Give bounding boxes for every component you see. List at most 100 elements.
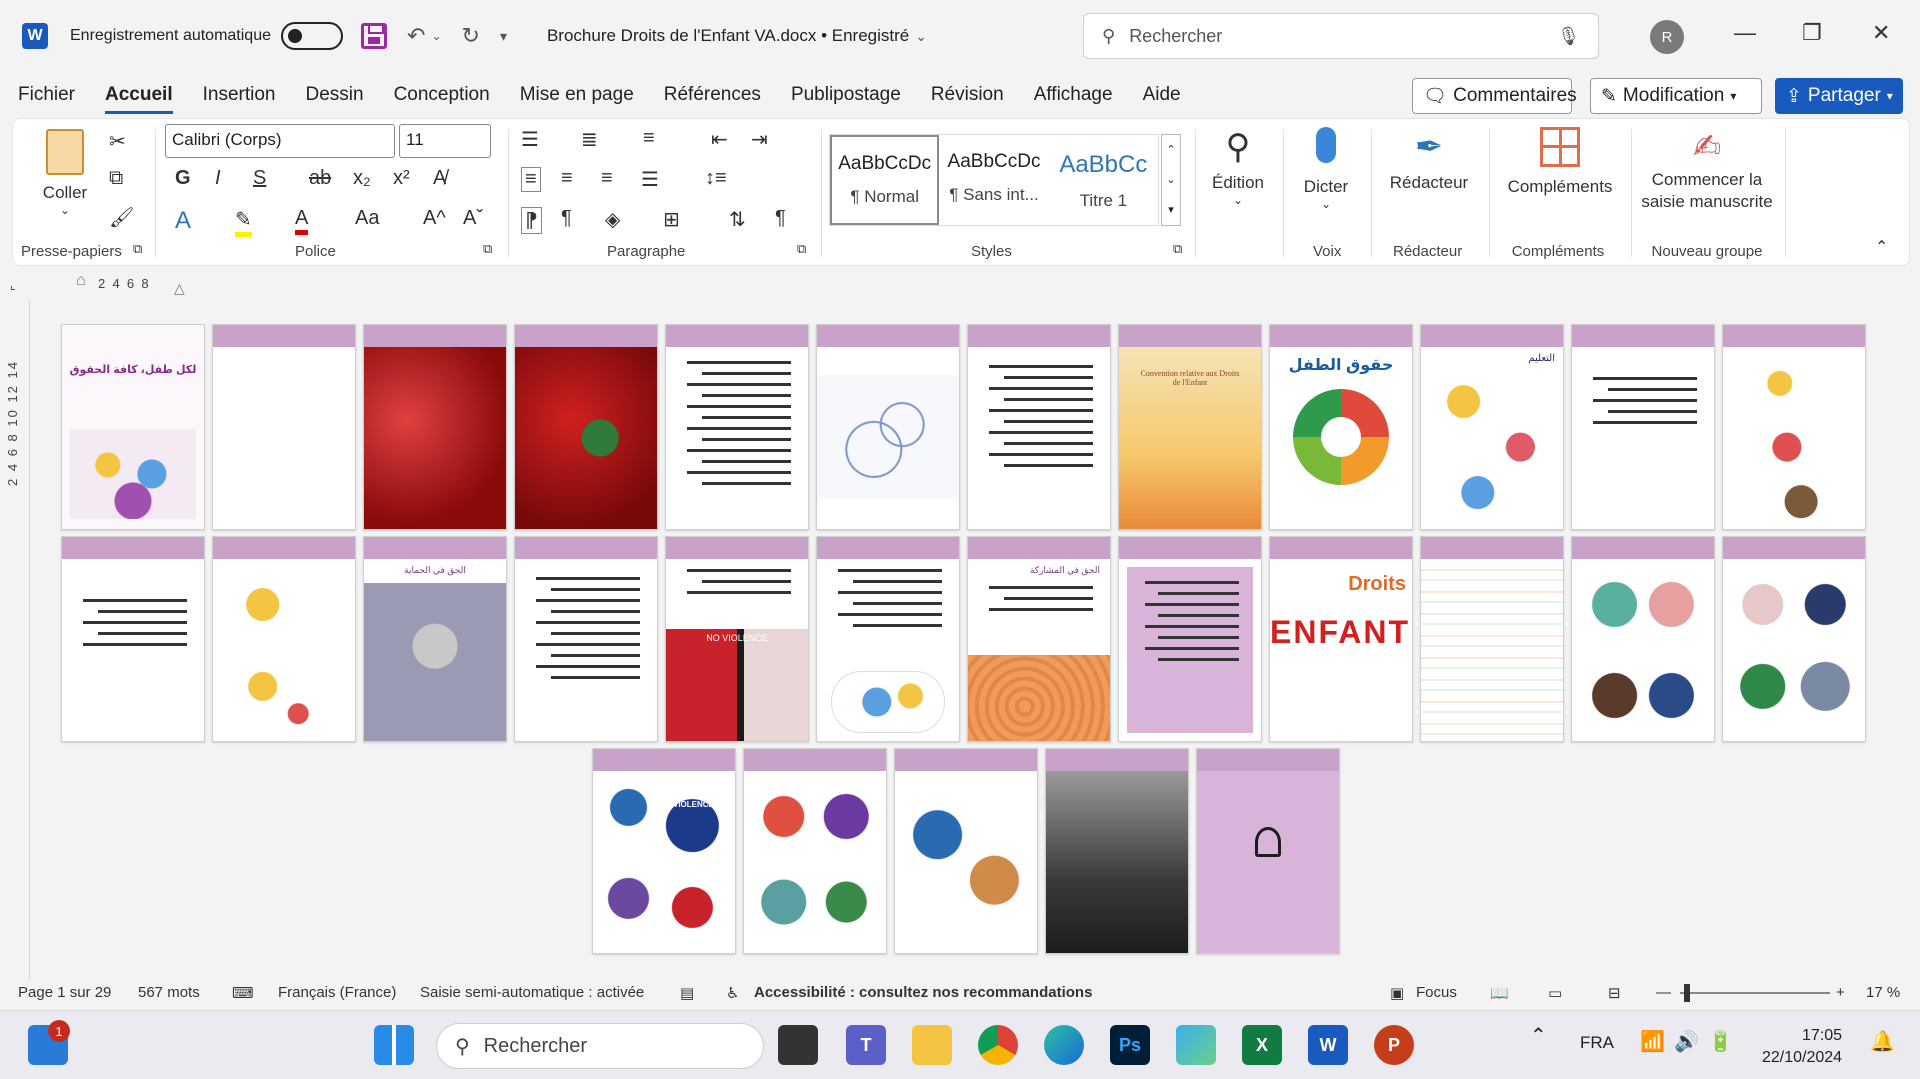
page-thumbnail[interactable]: الحق في المشاركة xyxy=(967,536,1111,742)
editor-button[interactable]: ✒ Rédacteur xyxy=(1379,127,1479,193)
right-indent-marker-icon[interactable]: △ xyxy=(174,280,185,297)
share-button[interactable]: ⇪ Partager ▾ xyxy=(1775,78,1903,114)
bold-icon[interactable]: G xyxy=(175,167,191,190)
page-thumbnail[interactable] xyxy=(894,748,1038,954)
word-count[interactable]: 567 mots xyxy=(138,984,200,1001)
powerpoint-icon[interactable]: P xyxy=(1374,1025,1414,1065)
align-center-icon[interactable]: ≡ xyxy=(561,167,573,190)
dialog-launcher-icon[interactable]: ⧉ xyxy=(797,241,806,257)
minimize-icon[interactable]: — xyxy=(1734,20,1756,46)
page-thumbnail[interactable]: Convention relative aux Droits de l'Enfa… xyxy=(1118,324,1262,530)
accessibility-status[interactable]: Accessibilité : consultez nos recommanda… xyxy=(754,984,1092,1001)
restore-icon[interactable]: ❐ xyxy=(1802,20,1822,46)
page-thumbnail[interactable] xyxy=(1722,536,1866,742)
style-no-spacing[interactable]: AaBbCcDc ¶ Sans int... xyxy=(939,135,1048,225)
autosave-toggle[interactable] xyxy=(281,22,343,50)
tab-selector-icon[interactable]: ⌞ xyxy=(10,278,16,292)
page-thumbnail[interactable] xyxy=(514,324,658,530)
focus-icon[interactable]: ▣ xyxy=(1390,984,1404,1002)
avatar[interactable]: R xyxy=(1650,20,1684,54)
volume-icon[interactable]: 🔊 xyxy=(1674,1029,1699,1054)
wifi-icon[interactable]: 📶 xyxy=(1640,1029,1665,1054)
collapse-ribbon-icon[interactable]: ⌃ xyxy=(1875,237,1888,257)
line-spacing-icon[interactable]: ↕≡ xyxy=(705,167,727,190)
chrome-icon[interactable] xyxy=(978,1025,1018,1065)
page-thumbnail[interactable]: لكل طفل، كافة الحقوق xyxy=(61,324,205,530)
multilevel-list-icon[interactable]: ≡ xyxy=(643,127,655,150)
language-indicator[interactable]: Français (France) xyxy=(278,984,396,1001)
page-thumbnail[interactable] xyxy=(1118,536,1262,742)
zoom-level[interactable]: 17 % xyxy=(1866,984,1900,1001)
excel-icon[interactable]: X xyxy=(1242,1025,1282,1065)
tab-revision[interactable]: Révision xyxy=(931,84,1004,110)
font-size-select[interactable]: 11 xyxy=(399,124,491,158)
page-thumbnail[interactable] xyxy=(514,536,658,742)
indent-marker-icon[interactable]: ⌂ xyxy=(76,272,86,290)
autocomplete-status[interactable]: Saisie semi-automatique : activée xyxy=(420,984,644,1001)
file-explorer-icon[interactable] xyxy=(912,1025,952,1065)
page-thumbnail[interactable] xyxy=(1571,536,1715,742)
font-name-select[interactable]: Calibri (Corps) xyxy=(165,124,395,158)
page-thumbnail[interactable]: التعليم xyxy=(1420,324,1564,530)
page-thumbnail[interactable] xyxy=(1420,536,1564,742)
strikethrough-icon[interactable]: ab xyxy=(309,167,331,190)
shading-icon[interactable]: ◈ xyxy=(605,207,620,232)
zoom-out-icon[interactable]: — xyxy=(1656,984,1671,1001)
numbering-icon[interactable]: ≣ xyxy=(581,127,598,152)
tab-accueil[interactable]: Accueil xyxy=(105,84,173,114)
decrease-indent-icon[interactable]: ⇤ xyxy=(711,127,728,152)
rtl-icon[interactable]: ¶ xyxy=(561,207,572,230)
superscript-icon[interactable]: x² xyxy=(393,167,410,190)
document-title[interactable]: Brochure Droits de l'Enfant VA.docx • En… xyxy=(547,26,909,46)
tab-dessin[interactable]: Dessin xyxy=(305,84,363,110)
print-layout-icon[interactable]: ▭ xyxy=(1548,984,1562,1002)
dialog-launcher-icon[interactable]: ⧉ xyxy=(133,241,142,257)
copy-icon[interactable]: ⧉ xyxy=(109,167,123,190)
redo-icon[interactable]: ↻ xyxy=(462,23,480,49)
undo-icon[interactable]: ↶ xyxy=(407,23,425,49)
justify-icon[interactable]: ☰ xyxy=(641,167,659,192)
page-thumbnail[interactable] xyxy=(743,748,887,954)
page-thumbnail[interactable] xyxy=(816,324,960,530)
page-thumbnail[interactable]: Droits ENFANT xyxy=(1269,536,1413,742)
photoshop-icon[interactable]: Ps xyxy=(1110,1025,1150,1065)
clock[interactable]: 17:05 22/10/2024 xyxy=(1762,1025,1842,1069)
web-layout-icon[interactable]: ⊟ xyxy=(1608,984,1621,1002)
borders-icon[interactable]: ⊞ xyxy=(663,207,680,232)
tab-aide[interactable]: Aide xyxy=(1143,84,1181,110)
tab-mise-en-page[interactable]: Mise en page xyxy=(520,84,634,110)
page-thumbnail[interactable] xyxy=(61,536,205,742)
zoom-in-icon[interactable]: + xyxy=(1836,984,1845,1001)
font-color-icon[interactable]: A xyxy=(295,207,309,235)
input-language[interactable]: FRA xyxy=(1580,1033,1614,1053)
edge-icon[interactable] xyxy=(1044,1025,1084,1065)
comments-button[interactable]: 🗨 Commentaires xyxy=(1412,78,1577,114)
shrink-font-icon[interactable]: Aˇ xyxy=(463,207,483,230)
style-normal[interactable]: AaBbCcDc ¶ Normal xyxy=(830,135,940,225)
bullets-icon[interactable]: ☰ xyxy=(521,127,539,152)
edition-button[interactable]: ⚲ Édition ⌄ xyxy=(1203,127,1273,207)
page-thumbnail[interactable] xyxy=(1196,748,1340,954)
start-windows-icon[interactable] xyxy=(374,1025,414,1065)
page-thumbnail[interactable] xyxy=(212,536,356,742)
chevron-down-icon[interactable]: ⌄ xyxy=(915,28,927,45)
notifications-icon[interactable]: 🔔 xyxy=(1870,1029,1895,1054)
start-inking-button[interactable]: ✍ Commencer la saisie manuscrite xyxy=(1637,127,1777,213)
battery-icon[interactable]: 🔋 xyxy=(1708,1029,1733,1054)
page-thumbnail[interactable] xyxy=(967,324,1111,530)
format-painter-icon[interactable]: 🖌 xyxy=(109,205,134,230)
highlight-icon[interactable]: ✎ xyxy=(235,207,252,237)
tab-publipostage[interactable]: Publipostage xyxy=(791,84,901,110)
proofing-icon[interactable]: ⌨ xyxy=(232,984,254,1002)
grow-font-icon[interactable]: A^ xyxy=(423,207,446,230)
page-thumbnail[interactable]: حقوق الطفل xyxy=(1269,324,1413,530)
paste-button[interactable]: Coller ⌄ xyxy=(35,129,95,217)
accessibility-icon[interactable]: ♿ xyxy=(726,984,739,1002)
sort-icon[interactable]: ⇅ xyxy=(729,207,746,232)
addins-button[interactable]: Compléments xyxy=(1495,127,1625,197)
page-thumbnail[interactable] xyxy=(1571,324,1715,530)
tab-references[interactable]: Références xyxy=(664,84,761,110)
align-right-icon[interactable]: ≡ xyxy=(601,167,613,190)
tab-insertion[interactable]: Insertion xyxy=(203,84,276,110)
photos-icon[interactable] xyxy=(1176,1025,1216,1065)
